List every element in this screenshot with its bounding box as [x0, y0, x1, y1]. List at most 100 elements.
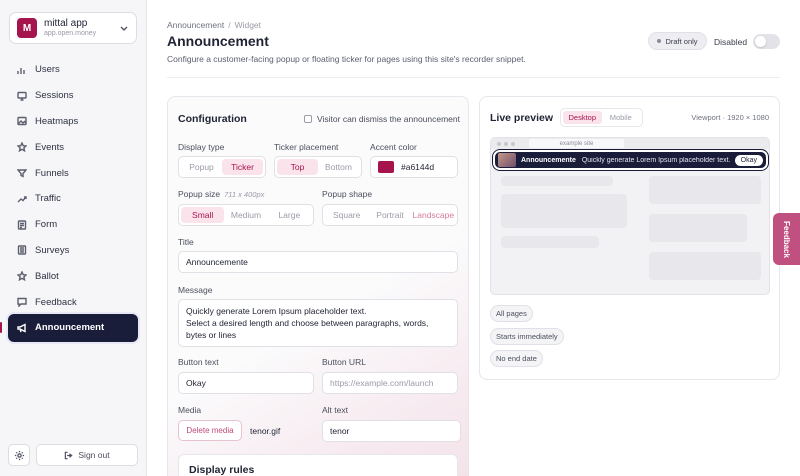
popup-size-medium[interactable]: Medium — [224, 207, 267, 223]
popup-shape-landscape[interactable]: Landscape — [412, 207, 455, 223]
button-url-input[interactable]: https://example.com/launch — [322, 372, 458, 394]
status-dot — [657, 39, 662, 43]
sidebar-item-label: Surveys — [35, 244, 70, 256]
site-url-pill: example site — [529, 139, 624, 148]
placeholder-block — [501, 236, 599, 248]
image-icon — [17, 117, 27, 126]
accent-color-swatch[interactable] — [378, 161, 394, 173]
page-description: Configure a customer-facing popup or flo… — [167, 54, 526, 64]
preview-mode-segmented: Desktop Mobile — [560, 108, 643, 127]
popup-shape-portrait[interactable]: Portrait — [368, 207, 411, 223]
sidebar-item-users[interactable]: Users — [9, 57, 137, 83]
sidebar-item-form[interactable]: Form — [9, 212, 137, 238]
display-type-segmented: Popup Ticker — [178, 156, 266, 178]
popup-size-segmented: Small Medium Large — [178, 204, 314, 226]
sidebar-item-announcement[interactable]: Announcement — [9, 314, 137, 341]
status-badge-label: Draft only — [665, 36, 698, 46]
ticker-placement-top[interactable]: Top — [277, 159, 318, 175]
placeholder-block — [501, 176, 613, 186]
accent-color-input[interactable]: #a6144d — [370, 156, 458, 178]
sign-out-button[interactable]: Sign out — [36, 444, 138, 466]
popup-size-label-text: Popup size — [178, 189, 221, 199]
active-indicator — [0, 322, 2, 333]
sidebar-item-label: Form — [35, 219, 58, 231]
viewport-size: Viewport · 1920 × 1080 — [691, 113, 769, 122]
rule-chip-start: Starts immediately — [490, 328, 564, 345]
enable-toggle[interactable] — [753, 34, 780, 49]
dismiss-option[interactable]: Visitor can dismiss the announcement — [304, 114, 460, 124]
app-switcher[interactable]: M mittal app app.open.money — [9, 12, 137, 44]
app-domain: app.open.money — [44, 29, 97, 37]
live-preview-card: Live preview Desktop Mobile Viewport · 1… — [479, 96, 780, 380]
rule-chip-end: No end date — [490, 350, 543, 367]
feedback-tab-label: Feedback — [782, 220, 791, 258]
ticker-media-thumbnail — [498, 153, 516, 167]
popup-shape-segmented: Square Portrait Landscape — [322, 204, 458, 226]
title-input[interactable]: Announcemente — [178, 251, 458, 273]
popup-size-large[interactable]: Large — [268, 207, 311, 223]
logout-icon — [65, 451, 73, 459]
sidebar-item-label: Users — [35, 64, 60, 76]
breadcrumb-parent[interactable]: Announcement — [167, 20, 224, 30]
sidebar-item-heatmaps[interactable]: Heatmaps — [9, 109, 137, 135]
app-meta: mittal app app.open.money — [44, 18, 119, 38]
button-text-input[interactable]: Okay — [178, 372, 314, 394]
ticker-button[interactable]: Okay — [734, 154, 763, 166]
ticker-placement-bottom[interactable]: Bottom — [318, 159, 359, 175]
popup-size-small[interactable]: Small — [181, 207, 225, 223]
message-label: Message — [178, 285, 213, 295]
placeholder-block — [649, 214, 747, 242]
preview-mode-desktop[interactable]: Desktop — [563, 111, 602, 124]
accent-color-label: Accent color — [370, 142, 417, 152]
sidebar-item-label: Traffic — [35, 193, 61, 205]
preview-mode-mobile[interactable]: Mobile — [602, 111, 641, 124]
ticker-message: Quickly generate Lorem Ipsum placeholder… — [581, 156, 731, 164]
sidebar-item-ballot[interactable]: Ballot — [9, 263, 137, 289]
alt-text-label: Alt text — [322, 405, 348, 415]
sidebar-item-events[interactable]: Events — [9, 134, 137, 160]
alt-text-input[interactable]: tenor — [322, 420, 461, 442]
sign-out-label: Sign out — [78, 450, 110, 460]
sidebar-item-surveys[interactable]: Surveys — [9, 238, 137, 264]
breadcrumb-current: Widget — [234, 20, 262, 30]
sidebar-item-label: Ballot — [35, 270, 59, 282]
status-badge: Draft only — [648, 32, 707, 50]
settings-button[interactable] — [8, 444, 30, 466]
breadcrumb-separator: / — [228, 20, 231, 30]
window-dot — [504, 141, 508, 146]
delete-media-button[interactable]: Delete media — [178, 420, 242, 441]
button-text-label: Button text — [178, 357, 219, 367]
sidebar-item-feedback[interactable]: Feedback — [9, 289, 137, 315]
accent-color-value: #a6144d — [401, 162, 435, 172]
sidebar-item-traffic[interactable]: Traffic — [9, 186, 137, 212]
rule-chip-pages: All pages — [490, 305, 533, 322]
monitor-icon — [17, 91, 27, 101]
sidebar-item-funnels[interactable]: Funnels — [9, 160, 137, 186]
enable-toggle-label: Disabled — [714, 37, 748, 47]
form-icon — [17, 219, 27, 230]
dismiss-label: Visitor can dismiss the announcement — [317, 114, 461, 124]
header-divider — [167, 77, 780, 78]
sidebar-item-label: Events — [35, 141, 65, 153]
feedback-tab[interactable]: Feedback — [773, 213, 800, 265]
sidebar: M mittal app app.open.money Users Sessio… — [0, 0, 147, 476]
message-textarea[interactable]: Quickly generate Lorem Ipsum placeholder… — [178, 299, 458, 347]
configuration-title: Configuration — [178, 113, 247, 125]
star-icon — [17, 142, 27, 153]
configuration-card: Configuration Visitor can dismiss the an… — [167, 96, 469, 476]
placeholder-block — [501, 194, 627, 228]
breadcrumb: Announcement / Widget — [167, 20, 261, 30]
display-type-popup[interactable]: Popup — [181, 159, 222, 175]
trend-icon — [17, 196, 27, 203]
sidebar-item-sessions[interactable]: Sessions — [9, 83, 137, 109]
ticker-title: Announcemente — [521, 156, 576, 164]
popup-shape-square[interactable]: Square — [325, 207, 368, 223]
display-type-ticker[interactable]: Ticker — [222, 159, 263, 175]
placeholder-block — [649, 252, 761, 280]
bar-chart-icon — [17, 67, 25, 74]
dismiss-checkbox[interactable] — [304, 115, 312, 123]
popup-size-hint: 711 x 400px — [224, 190, 265, 199]
browser-toolbar: example site — [491, 138, 769, 149]
sidebar-item-label: Funnels — [35, 167, 69, 179]
button-url-label: Button URL — [322, 357, 366, 367]
